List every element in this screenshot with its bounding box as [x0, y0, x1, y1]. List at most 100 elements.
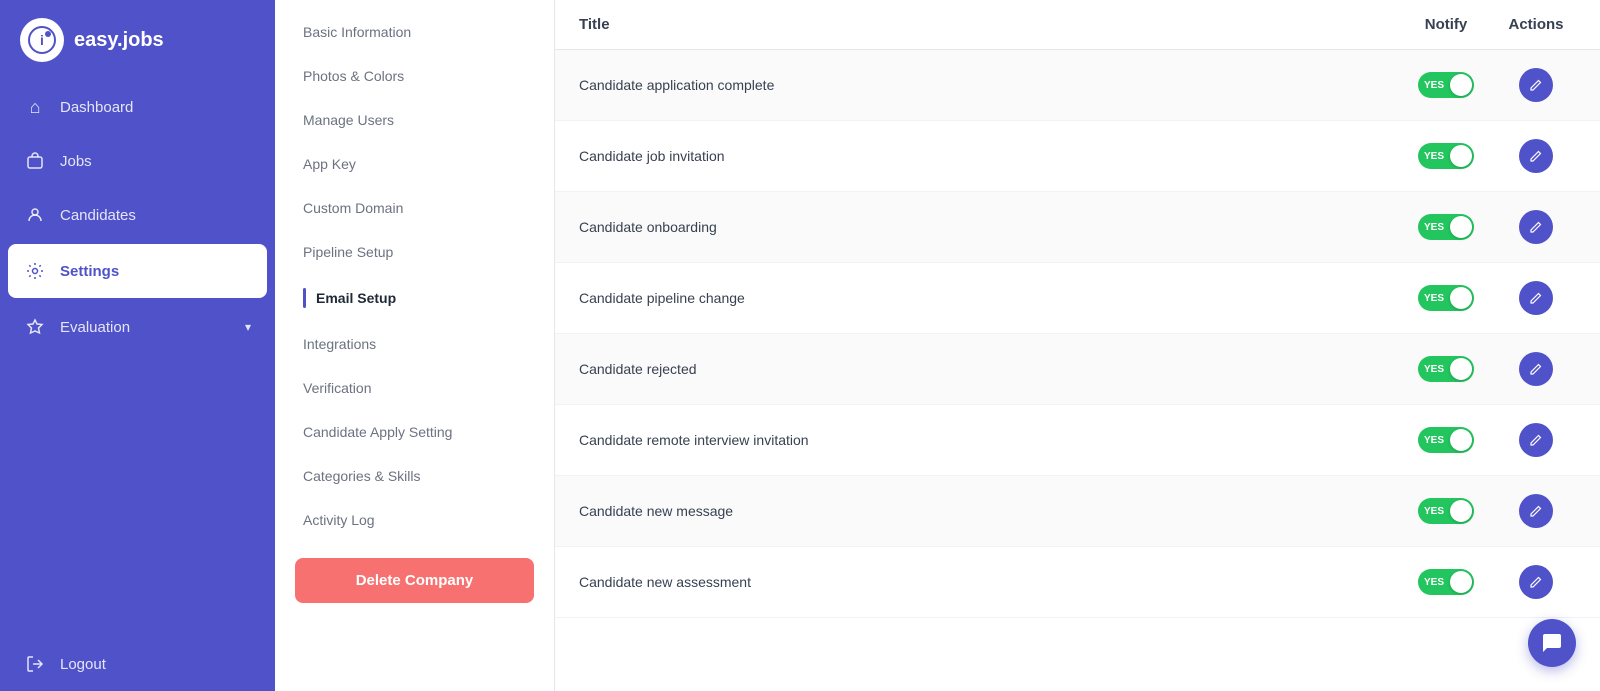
main-content: Title Notify Actions Candidate applicati… — [555, 0, 1600, 691]
edit-button[interactable] — [1519, 423, 1553, 457]
row-title: Candidate onboarding — [579, 219, 1396, 235]
toggle-container[interactable]: YES — [1396, 427, 1496, 453]
table-row: Candidate new assessment YES — [555, 547, 1600, 618]
sidebar-item-label: Dashboard — [60, 99, 133, 116]
app-name: easy.jobs — [74, 29, 164, 52]
submenu-item-photos-colors[interactable]: Photos & Colors — [275, 54, 554, 98]
table-row: Candidate rejected YES — [555, 334, 1600, 405]
row-actions — [1496, 281, 1576, 315]
sidebar-item-jobs[interactable]: Jobs — [0, 134, 275, 188]
table-row: Candidate remote interview invitation YE… — [555, 405, 1600, 476]
submenu-item-verification[interactable]: Verification — [275, 366, 554, 410]
toggle-knob — [1450, 287, 1472, 309]
submenu-item-pipeline-setup[interactable]: Pipeline Setup — [275, 230, 554, 274]
notify-toggle[interactable]: YES — [1418, 143, 1474, 169]
toggle-container[interactable]: YES — [1396, 285, 1496, 311]
table-row: Candidate application complete YES — [555, 50, 1600, 121]
logout-icon — [24, 653, 46, 675]
toggle-label: YES — [1424, 80, 1444, 91]
home-icon: ⌂ — [24, 96, 46, 118]
edit-button[interactable] — [1519, 281, 1553, 315]
notify-toggle[interactable]: YES — [1418, 427, 1474, 453]
edit-button[interactable] — [1519, 352, 1553, 386]
toggle-knob — [1450, 571, 1472, 593]
toggle-label: YES — [1424, 435, 1444, 446]
submenu-item-categories-skills[interactable]: Categories & Skills — [275, 454, 554, 498]
row-title: Candidate application complete — [579, 77, 1396, 93]
column-actions: Actions — [1496, 16, 1576, 33]
sidebar-item-settings[interactable]: Settings — [8, 244, 267, 298]
sidebar-item-evaluation[interactable]: Evaluation ▾ — [0, 300, 275, 354]
logo-icon: i — [20, 18, 64, 62]
toggle-knob — [1450, 74, 1472, 96]
evaluation-icon — [24, 316, 46, 338]
notify-toggle[interactable]: YES — [1418, 72, 1474, 98]
toggle-container[interactable]: YES — [1396, 214, 1496, 240]
toggle-label: YES — [1424, 151, 1444, 162]
row-title: Candidate new message — [579, 503, 1396, 519]
row-actions — [1496, 494, 1576, 528]
toggle-knob — [1450, 145, 1472, 167]
toggle-container[interactable]: YES — [1396, 143, 1496, 169]
table-header: Title Notify Actions — [555, 0, 1600, 50]
sidebar: i easy.jobs ⌂ Dashboard Jobs Candidates — [0, 0, 275, 691]
toggle-label: YES — [1424, 506, 1444, 517]
edit-button[interactable] — [1519, 494, 1553, 528]
toggle-knob — [1450, 429, 1472, 451]
svg-text:i: i — [40, 32, 44, 48]
email-notifications-table: Candidate application complete YES Candi… — [555, 50, 1600, 618]
chat-bubble[interactable] — [1528, 619, 1576, 667]
column-title: Title — [579, 16, 1396, 33]
edit-button[interactable] — [1519, 210, 1553, 244]
edit-button[interactable] — [1519, 68, 1553, 102]
row-actions — [1496, 139, 1576, 173]
column-notify: Notify — [1396, 16, 1496, 33]
notify-toggle[interactable]: YES — [1418, 285, 1474, 311]
toggle-container[interactable]: YES — [1396, 72, 1496, 98]
candidates-icon — [24, 204, 46, 226]
table-row: Candidate new message YES — [555, 476, 1600, 547]
delete-company-button[interactable]: Delete Company — [295, 558, 534, 603]
sidebar-item-label: Jobs — [60, 153, 92, 170]
row-actions — [1496, 352, 1576, 386]
submenu-item-custom-domain[interactable]: Custom Domain — [275, 186, 554, 230]
notify-toggle[interactable]: YES — [1418, 569, 1474, 595]
settings-submenu: Basic Information Photos & Colors Manage… — [275, 0, 555, 691]
jobs-icon — [24, 150, 46, 172]
sidebar-item-dashboard[interactable]: ⌂ Dashboard — [0, 80, 275, 134]
submenu-item-basic-information[interactable]: Basic Information — [275, 10, 554, 54]
row-actions — [1496, 565, 1576, 599]
logout-item[interactable]: Logout — [0, 637, 275, 691]
row-actions — [1496, 423, 1576, 457]
submenu-item-app-key[interactable]: App Key — [275, 142, 554, 186]
sidebar-item-candidates[interactable]: Candidates — [0, 188, 275, 242]
submenu-item-candidate-apply-setting[interactable]: Candidate Apply Setting — [275, 410, 554, 454]
toggle-knob — [1450, 216, 1472, 238]
notify-toggle[interactable]: YES — [1418, 214, 1474, 240]
toggle-label: YES — [1424, 577, 1444, 588]
notify-toggle[interactable]: YES — [1418, 498, 1474, 524]
toggle-container[interactable]: YES — [1396, 356, 1496, 382]
row-title: Candidate rejected — [579, 361, 1396, 377]
toggle-container[interactable]: YES — [1396, 498, 1496, 524]
row-title: Candidate new assessment — [579, 574, 1396, 590]
notify-toggle[interactable]: YES — [1418, 356, 1474, 382]
edit-button[interactable] — [1519, 139, 1553, 173]
chevron-down-icon: ▾ — [245, 320, 251, 334]
toggle-container[interactable]: YES — [1396, 569, 1496, 595]
table-row: Candidate job invitation YES — [555, 121, 1600, 192]
table-row: Candidate onboarding YES — [555, 192, 1600, 263]
sidebar-item-label: Settings — [60, 263, 119, 280]
submenu-item-activity-log[interactable]: Activity Log — [275, 498, 554, 542]
table-row: Candidate pipeline change YES — [555, 263, 1600, 334]
row-actions — [1496, 68, 1576, 102]
row-title: Candidate job invitation — [579, 148, 1396, 164]
toggle-label: YES — [1424, 222, 1444, 233]
sidebar-item-label: Evaluation — [60, 319, 130, 336]
nav-menu: ⌂ Dashboard Jobs Candidates Settings E — [0, 80, 275, 637]
edit-button[interactable] — [1519, 565, 1553, 599]
logout-label: Logout — [60, 656, 106, 673]
submenu-item-email-setup[interactable]: Email Setup — [275, 274, 554, 322]
submenu-item-manage-users[interactable]: Manage Users — [275, 98, 554, 142]
submenu-item-integrations[interactable]: Integrations — [275, 322, 554, 366]
